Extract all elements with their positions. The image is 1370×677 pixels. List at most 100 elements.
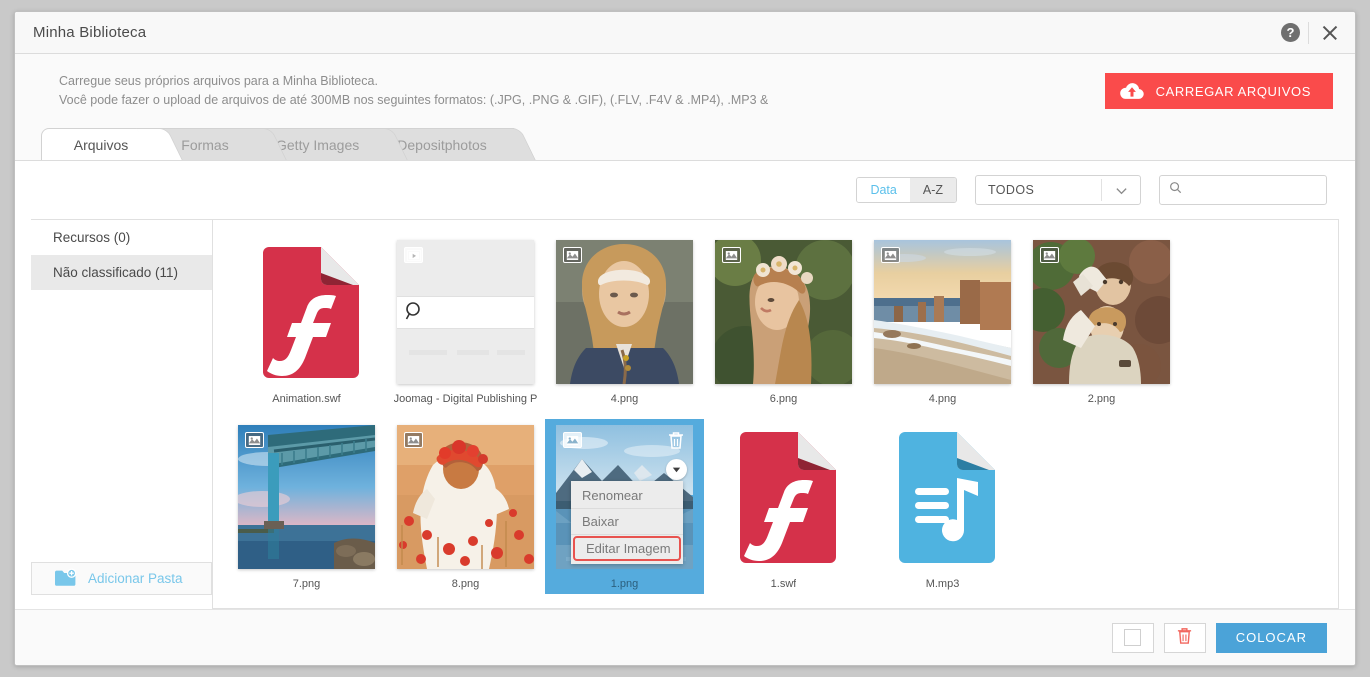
dialog-titlebar: Minha Biblioteca ?: [15, 12, 1355, 54]
image-icon: [881, 247, 900, 263]
file-card-6png[interactable]: 6.png: [704, 234, 863, 409]
file-thumbnail: [238, 425, 375, 569]
titlebar-divider: [1308, 21, 1309, 44]
sort-toggle-group: Data A-Z: [856, 177, 957, 203]
folder-plus-icon: [54, 568, 78, 590]
context-menu-item-baixar[interactable]: Baixar: [571, 509, 683, 535]
sidebar-item-nao-classificado-label: Não classificado (11): [53, 265, 179, 280]
file-thumbnail: [874, 240, 1011, 384]
upload-line-1: Carregue seus próprios arquivos para a M…: [59, 74, 378, 88]
tab-bar: Arquivos Formas Getty Images Depositphot…: [15, 128, 1355, 161]
file-grid-panel: Animation.swf Joomag - Digital Publishin…: [213, 219, 1339, 609]
sidebar-item-recursos-label: Recursos (0): [53, 230, 131, 245]
file-card-1png-selected[interactable]: Renomear Baixar Editar Imagem 1.png: [545, 419, 704, 594]
search-icon: [1169, 181, 1182, 199]
upload-line-2: Você pode fazer o upload de arquivos de …: [59, 93, 769, 107]
file-name: 6.png: [769, 393, 798, 405]
file-name: Animation.swf: [272, 393, 341, 405]
file-name: 1.png: [610, 578, 639, 590]
file-name: 7.png: [292, 578, 321, 590]
context-menu-item-baixar-label: Baixar: [582, 514, 619, 529]
file-thumbnail: [1033, 240, 1170, 384]
file-card-8png[interactable]: 8.png: [386, 419, 545, 594]
tab-depositphotos-label: Depositphotos: [397, 137, 487, 153]
file-type-select[interactable]: TODOS: [975, 175, 1141, 205]
delete-selected-button[interactable]: [1163, 622, 1206, 653]
flash-file-icon: [262, 246, 359, 378]
context-menu-item-editar-imagem[interactable]: Editar Imagem: [573, 536, 681, 561]
flash-file-icon: [739, 431, 836, 563]
dialog-footer: COLOCAR: [15, 609, 1355, 665]
sidebar-item-nao-classificado[interactable]: Não classificado (11): [31, 255, 212, 290]
library-body: Recursos (0) Não classificado (11) Adici…: [15, 219, 1355, 609]
help-circle-icon[interactable]: ?: [1281, 23, 1300, 42]
image-icon: [404, 432, 423, 448]
filter-toolbar: Data A-Z TODOS: [15, 161, 1355, 219]
file-name: 1.swf: [770, 578, 797, 590]
folder-sidebar: Recursos (0) Não classificado (11) Adici…: [31, 219, 213, 609]
chevron-down-circle-icon[interactable]: [666, 459, 687, 480]
file-name: 8.png: [451, 578, 480, 590]
trash-icon: [1176, 626, 1193, 650]
file-name: Joomag - Digital Publishing P: [393, 393, 538, 405]
upload-instructions-bar: Carregue seus próprios arquivos para a M…: [15, 54, 1355, 128]
file-name: 4.png: [610, 393, 639, 405]
file-thumbnail: [238, 240, 375, 384]
tab-getty-images-label: Getty Images: [276, 137, 360, 153]
file-card-4png-b[interactable]: 4.png: [863, 234, 1022, 409]
file-name: 4.png: [928, 393, 957, 405]
square-icon: [1124, 629, 1142, 646]
place-button[interactable]: COLOCAR: [1215, 622, 1327, 653]
sort-alphabetical-button[interactable]: A-Z: [909, 178, 956, 202]
select-divider: [1101, 179, 1102, 201]
file-type-select-value: TODOS: [988, 183, 1035, 197]
add-folder-button[interactable]: Adicionar Pasta: [31, 562, 212, 595]
place-button-label: COLOCAR: [1235, 630, 1307, 645]
context-menu-item-renomear[interactable]: Renomear: [571, 483, 683, 509]
cloud-upload-icon: [1119, 81, 1145, 101]
file-thumbnail: [397, 240, 534, 384]
upload-files-label: CARREGAR ARQUIVOS: [1155, 83, 1311, 99]
file-thumbnail: [715, 425, 852, 569]
file-card-mmp3[interactable]: M.mp3: [863, 419, 1022, 594]
file-card-7png[interactable]: 7.png: [227, 419, 386, 594]
file-card-animation-swf[interactable]: Animation.swf: [227, 234, 386, 409]
audio-file-icon: [898, 431, 995, 563]
file-grid: Animation.swf Joomag - Digital Publishin…: [227, 234, 1338, 604]
file-card-1swf[interactable]: 1.swf: [704, 419, 863, 594]
select-all-button[interactable]: [1111, 622, 1154, 653]
file-thumbnail: [556, 240, 693, 384]
file-thumbnail: [874, 425, 1011, 569]
file-name: 2.png: [1087, 393, 1116, 405]
add-folder-label: Adicionar Pasta: [88, 571, 183, 586]
file-name: M.mp3: [925, 578, 960, 590]
dialog-title: Minha Biblioteca: [33, 24, 147, 41]
sort-by-date-button[interactable]: Data: [857, 178, 910, 202]
image-icon: [563, 247, 582, 263]
file-card-4png-a[interactable]: 4.png: [545, 234, 704, 409]
magnifier-icon: [405, 302, 420, 320]
upload-files-button[interactable]: CARREGAR ARQUIVOS: [1104, 73, 1333, 109]
image-icon: [563, 432, 582, 448]
tab-arquivos-label: Arquivos: [73, 137, 129, 153]
tab-arquivos[interactable]: Arquivos: [41, 128, 161, 160]
sidebar-item-recursos[interactable]: Recursos (0): [31, 220, 212, 255]
file-card-2png[interactable]: 2.png: [1022, 234, 1181, 409]
file-context-menu: Renomear Baixar Editar Imagem: [571, 481, 683, 564]
close-icon[interactable]: [1317, 20, 1343, 46]
video-icon: [404, 247, 423, 263]
tab-formas-label: Formas: [181, 137, 229, 153]
titlebar-actions: ?: [1281, 20, 1343, 46]
image-icon: [1040, 247, 1059, 263]
file-card-joomag[interactable]: Joomag - Digital Publishing P: [386, 234, 545, 409]
search-input[interactable]: [1189, 182, 1317, 198]
file-thumbnail: [715, 240, 852, 384]
file-thumbnail: [397, 425, 534, 569]
search-box[interactable]: [1159, 175, 1327, 205]
trash-icon[interactable]: [667, 430, 685, 450]
image-icon: [722, 247, 741, 263]
chevron-down-icon: [1115, 184, 1128, 197]
context-menu-item-editar-imagem-label: Editar Imagem: [586, 541, 671, 556]
context-menu-item-renomear-label: Renomear: [582, 488, 643, 503]
